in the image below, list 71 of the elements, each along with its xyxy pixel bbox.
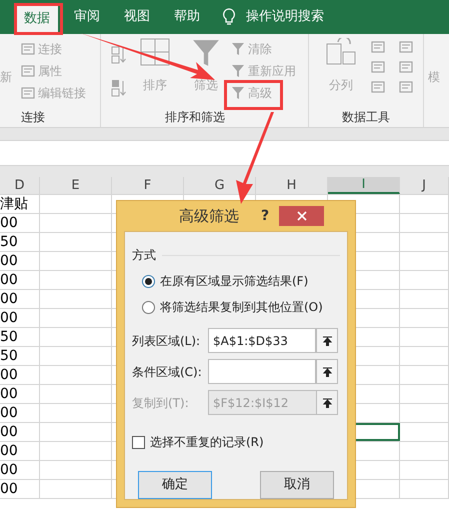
- table-cell: 00: [0, 442, 40, 460]
- highlight-frame: [224, 80, 283, 110]
- collapse-dialog-button[interactable]: [316, 328, 338, 353]
- table-icon: [399, 80, 413, 94]
- group-label: 数据工具: [342, 109, 390, 126]
- checkbox-option[interactable]: 选择不重复的记录(R): [132, 433, 340, 451]
- table-cell: 00: [0, 214, 40, 232]
- ribbon-tab[interactable]: 视图: [116, 2, 158, 32]
- range-input-field[interactable]: $A$1:$D$33: [208, 328, 316, 353]
- column-header[interactable]: D: [0, 177, 40, 194]
- document-icon: [21, 64, 35, 78]
- group-label: 排序和筛选: [165, 109, 226, 126]
- column-header[interactable]: I: [328, 177, 400, 194]
- field-label: 列表区域(L):: [132, 332, 202, 350]
- table-icon: [371, 40, 385, 54]
- funnel-icon: [231, 42, 245, 56]
- checkbox[interactable]: [132, 436, 145, 448]
- group-label: 方式: [132, 247, 156, 264]
- table-cell: 00: [0, 271, 40, 289]
- document-icon: [21, 42, 35, 56]
- close-button[interactable]: [279, 206, 324, 226]
- ribbon-tab[interactable]: 审阅: [66, 2, 108, 32]
- help-button[interactable]: ?: [261, 206, 270, 226]
- columns-icon: [326, 38, 356, 66]
- table-icon: [371, 80, 385, 94]
- table-cell: 00: [0, 404, 40, 422]
- sort-grid-icon: [140, 38, 170, 66]
- radio-option[interactable]: 将筛选结果复制到其他位置(O): [142, 298, 340, 316]
- sort-ascending-icon[interactable]: [111, 46, 127, 64]
- table-cell: 00: [0, 423, 40, 441]
- dialog-button[interactable]: 取消: [260, 471, 334, 499]
- table-cell: 50: [0, 347, 40, 365]
- funnel-icon: [231, 86, 245, 100]
- radio-option[interactable]: 在原有区域显示筛选结果(F): [142, 272, 340, 290]
- dialog-title: 高级筛选: [179, 206, 239, 227]
- collapse-dialog-button[interactable]: [316, 359, 338, 384]
- table-icon: [399, 40, 413, 54]
- collapse-dialog-button[interactable]: [316, 390, 338, 415]
- funnel-icon: [191, 38, 221, 68]
- range-input-field[interactable]: [208, 359, 316, 384]
- document-icon: [21, 86, 35, 100]
- upload-arrow-icon: [322, 398, 332, 408]
- tell-me-search[interactable]: 操作说明搜索: [246, 7, 324, 27]
- upload-arrow-icon: [322, 366, 332, 376]
- table-cell: 津贴: [0, 195, 40, 213]
- table-icon: [399, 60, 413, 74]
- table-cell: 50: [0, 328, 40, 346]
- highlight-frame: [14, 3, 63, 35]
- column-header[interactable]: F: [112, 177, 184, 194]
- table-cell: 00: [0, 480, 40, 498]
- radio-button[interactable]: [142, 274, 155, 288]
- column-header[interactable]: J: [400, 177, 449, 194]
- field-label: 条件区域(C):: [132, 364, 203, 380]
- column-header[interactable]: E: [40, 177, 112, 194]
- lightbulb-icon: [222, 8, 236, 26]
- table-cell: 00: [0, 252, 40, 270]
- group-label: 连接: [21, 109, 46, 126]
- upload-arrow-icon: [322, 336, 332, 346]
- dialog-button[interactable]: 确定: [138, 471, 212, 499]
- table-cell: 00: [0, 366, 40, 384]
- funnel-icon: [231, 64, 245, 78]
- table-cell: 00: [0, 309, 40, 327]
- table-cell: 00: [0, 385, 40, 403]
- radio-button[interactable]: [142, 300, 155, 314]
- table-icon: [371, 60, 385, 74]
- ribbon-tab[interactable]: 帮助: [166, 2, 208, 32]
- field-label: 复制到(T):: [132, 394, 190, 412]
- table-cell: 50: [0, 233, 40, 251]
- table-cell: 00: [0, 461, 40, 479]
- close-icon: [296, 211, 307, 221]
- table-cell: 00: [0, 290, 40, 308]
